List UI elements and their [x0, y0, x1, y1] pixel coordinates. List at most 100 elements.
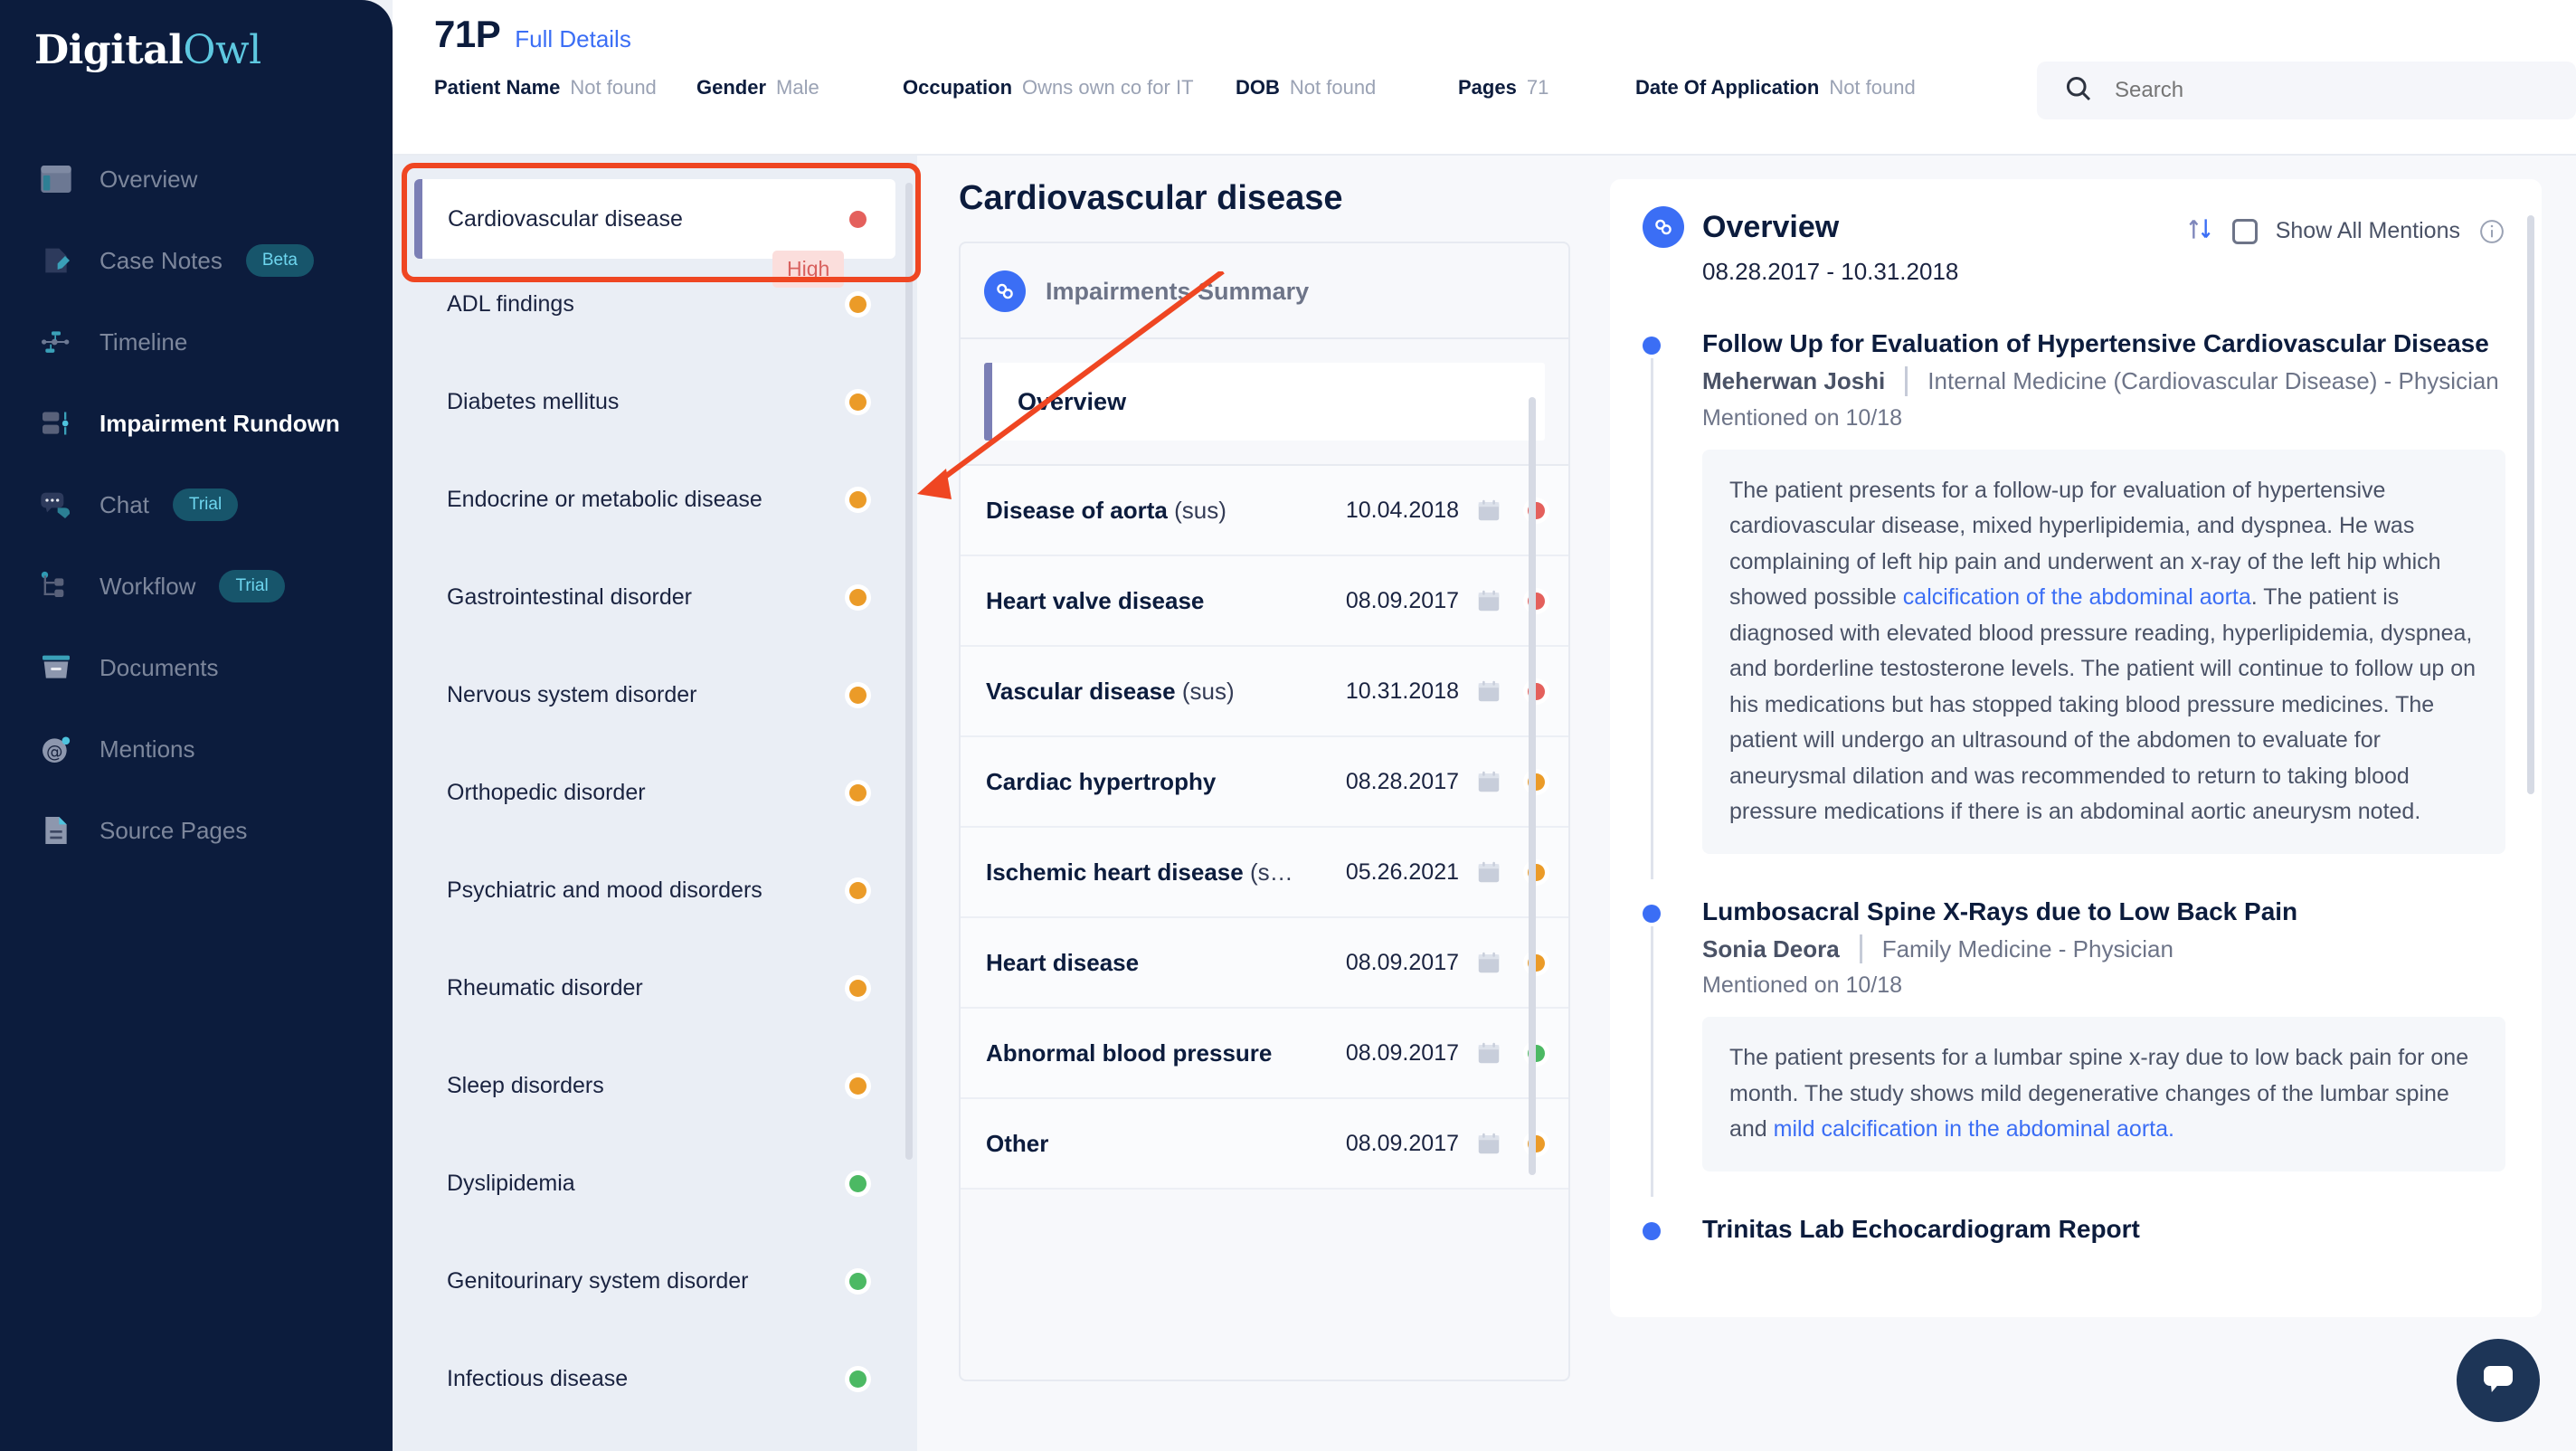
workflow-icon [36, 566, 76, 606]
summary-list-item[interactable]: Disease of aorta (sus) 10.04.2018 [961, 466, 1568, 556]
severity-dot-medium [849, 393, 867, 411]
summary-item-title: Vascular disease [986, 677, 1176, 705]
list-item[interactable]: Dyslipidemia [414, 1156, 895, 1210]
sidebar-item-label: Documents [99, 653, 219, 681]
overview-card: Overview Show All Mentions 08.28.2017 - … [1610, 179, 2542, 1317]
quote-link[interactable]: calcification of the abdominal aorta [1903, 584, 2251, 610]
timeline-bullet-icon [1643, 904, 1661, 923]
severity-dot-medium [849, 490, 867, 508]
sidebar-item-timeline[interactable]: Timeline [0, 301, 393, 383]
search-input[interactable] [2115, 78, 2513, 103]
impairment-list-panel: Cardiovascular disease ADL findings Diab… [393, 156, 917, 1451]
owl-badge-icon [984, 270, 1026, 312]
summary-item-name: Vascular disease (sus) [986, 678, 1346, 706]
summary-card-header-label: Impairments Summary [1046, 277, 1310, 305]
summary-list-item[interactable]: Cardiac hypertrophy 08.28.2017 [961, 737, 1568, 828]
list-item[interactable]: Infectious disease [414, 1351, 895, 1406]
calendar-icon [1475, 858, 1502, 886]
main-area: 71P Full Details Patient Name Not found … [393, 0, 2576, 1451]
severity-dot-high [849, 210, 867, 228]
summary-overview-row[interactable]: Overview [984, 363, 1545, 441]
timeline-connector [1651, 358, 1653, 879]
chat-fab-button[interactable] [2457, 1339, 2540, 1422]
summary-item-name: Disease of aorta (sus) [986, 497, 1346, 525]
summary-list-item[interactable]: Other 08.09.2017 [961, 1099, 1568, 1190]
list-item[interactable]: Nervous system disorder [414, 668, 895, 722]
list-item-label: Psychiatric and mood disorders [447, 877, 762, 903]
impairments-summary-panel: Cardiovascular disease Impairments Summa… [917, 156, 1610, 1451]
summary-list-item[interactable]: Heart valve disease 08.09.2017 [961, 556, 1568, 647]
sidebar-item-mentions[interactable]: @ Mentions [0, 708, 393, 790]
show-all-mentions-checkbox[interactable] [2231, 218, 2258, 244]
sidebar-item-chat[interactable]: Chat Trial [0, 464, 393, 545]
entry-specialty: Family Medicine - Physician [1881, 934, 2174, 963]
meta-value: Not found [1289, 76, 1377, 99]
quote-link[interactable]: mild calcification in the abdominal aort… [1774, 1116, 2174, 1142]
sidebar-item-source-pages[interactable]: Source Pages [0, 790, 393, 871]
summary-list-item[interactable]: Ischemic heart disease (s… 05.26.2021 [961, 828, 1568, 918]
timeline-icon [36, 322, 76, 362]
timeline-connector [1651, 925, 1653, 1197]
list-item[interactable]: Rheumatic disorder [414, 961, 895, 1015]
list-item[interactable]: Diabetes mellitus [414, 375, 895, 429]
meta-key: Gender [696, 76, 767, 99]
sidebar-item-impairment-rundown[interactable]: Impairment Rundown [0, 383, 393, 464]
impairment-list-scrollbar[interactable] [905, 183, 913, 1160]
entry-doctor-name: Meherwan Joshi [1702, 367, 1886, 394]
logo-part-1: Digital [34, 27, 184, 73]
full-details-link[interactable]: Full Details [515, 25, 631, 53]
summary-list-item[interactable]: Abnormal blood pressure 08.09.2017 [961, 1009, 1568, 1099]
documents-icon [36, 648, 76, 688]
severity-dot-low [849, 1272, 867, 1290]
summary-item-title: Heart disease [986, 948, 1140, 976]
sidebar-item-case-notes[interactable]: Case Notes Beta [0, 220, 393, 301]
list-item-label: Nervous system disorder [447, 681, 697, 707]
search-bar[interactable] [2037, 62, 2576, 119]
meta-value: Owns own co for IT [1022, 76, 1194, 99]
list-item[interactable]: Genitourinary system disorder [414, 1254, 895, 1308]
list-item[interactable]: Gastrointestinal disorder [414, 570, 895, 624]
mentions-timeline: Follow Up for Evaluation of Hypertensive… [1643, 327, 2505, 1261]
list-item[interactable]: Orthopedic disorder [414, 765, 895, 820]
sidebar-badge-trial-chat: Trial [172, 488, 239, 521]
summary-card-header: Impairments Summary [961, 243, 1568, 339]
severity-dot-medium [849, 881, 867, 899]
sidebar: DigitalOwl Overview Case Notes Beta Time… [0, 0, 393, 1451]
info-icon[interactable] [2478, 218, 2505, 245]
entry-divider [1859, 934, 1862, 963]
sidebar-badge-trial-workflow: Trial [219, 570, 285, 602]
calendar-icon [1475, 1039, 1502, 1067]
overview-scrollbar[interactable] [2527, 215, 2534, 794]
sidebar-item-workflow[interactable]: Workflow Trial [0, 545, 393, 627]
page-title: 71P [434, 13, 501, 55]
summary-item-name: Cardiac hypertrophy [986, 768, 1346, 796]
timeline-bullet-icon [1643, 337, 1661, 355]
summary-scrollbar[interactable] [1529, 397, 1536, 1175]
summary-item-date: 08.09.2017 [1345, 1039, 1459, 1066]
list-item-label: ADL findings [447, 290, 574, 317]
show-all-mentions-label: Show All Mentions [2275, 218, 2460, 243]
summary-list-item[interactable]: Vascular disease (sus) 10.31.2018 [961, 647, 1568, 737]
summary-item-name: Ischemic heart disease (s… [986, 858, 1346, 887]
impairment-list: Cardiovascular disease ADL findings Diab… [393, 156, 917, 1406]
calendar-icon [1475, 768, 1502, 795]
impairment-list-item-selected[interactable]: Cardiovascular disease [414, 179, 895, 259]
sidebar-item-overview[interactable]: Overview [0, 138, 393, 220]
sidebar-item-label: Mentions [99, 735, 195, 763]
sidebar-item-documents[interactable]: Documents [0, 627, 393, 708]
summary-list-item[interactable]: Heart disease 08.09.2017 [961, 918, 1568, 1009]
list-item-label: Sleep disorders [447, 1072, 604, 1098]
meta-gender: Gender Male [696, 76, 903, 100]
list-item[interactable]: Sleep disorders [414, 1058, 895, 1113]
meta-key: Date Of Application [1635, 76, 1820, 99]
overview-detail-panel: Overview Show All Mentions 08.28.2017 - … [1610, 156, 2576, 1451]
sidebar-item-label: Chat [99, 490, 149, 518]
entry-divider [1905, 366, 1908, 396]
list-item[interactable]: Endocrine or metabolic disease [414, 472, 895, 526]
list-item[interactable]: Psychiatric and mood disorders [414, 863, 895, 917]
summary-overview-label: Overview [1018, 387, 1127, 415]
sort-icon[interactable] [2185, 213, 2214, 249]
severity-dot-low [849, 1370, 867, 1388]
summary-item-suffix: (s… [1249, 858, 1293, 886]
overview-title-group: Overview [1643, 206, 1839, 248]
